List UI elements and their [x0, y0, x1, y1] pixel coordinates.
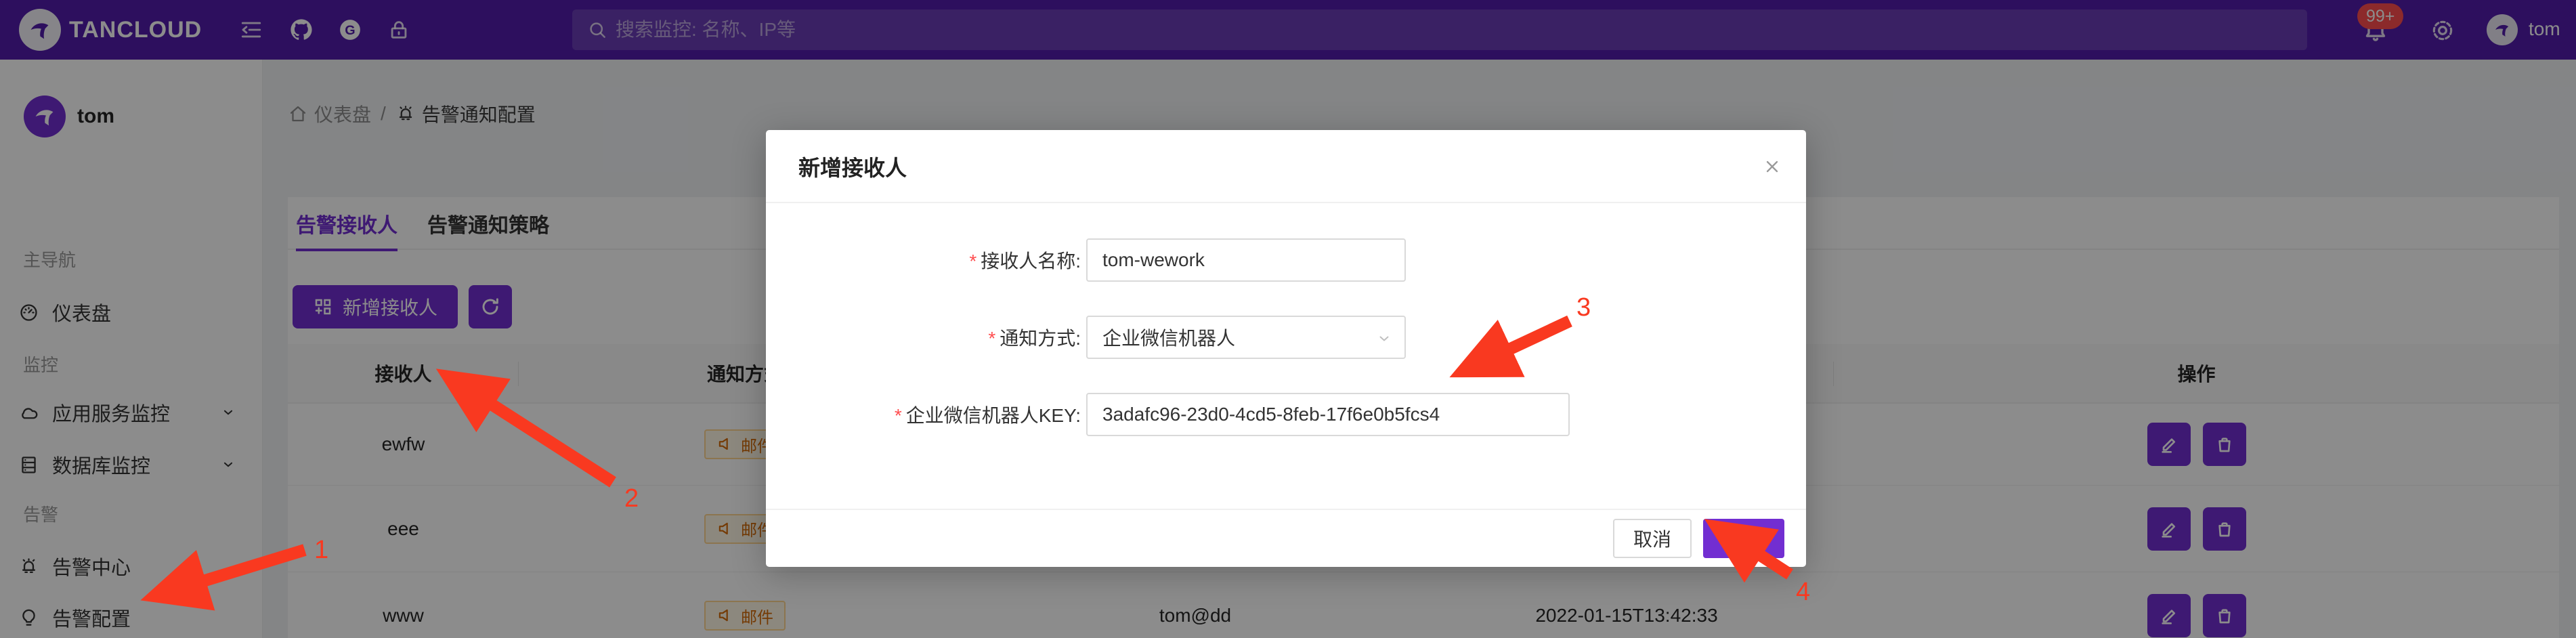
- select-value: 企业微信机器人: [1102, 324, 1235, 351]
- chevron-down-icon: [1376, 331, 1392, 347]
- notify-method-select[interactable]: 企业微信机器人: [1086, 316, 1406, 359]
- field-label: 企业微信机器人KEY:: [906, 405, 1081, 426]
- wework-key-input[interactable]: [1086, 393, 1570, 436]
- receiver-name-input[interactable]: [1086, 238, 1406, 282]
- close-icon[interactable]: [1759, 153, 1786, 180]
- required-mark: *: [988, 328, 995, 349]
- field-label: 通知方式:: [1000, 328, 1081, 349]
- form-row-wework-key: *企业微信机器人KEY:: [766, 393, 1806, 436]
- cancel-button[interactable]: 取消: [1613, 519, 1692, 558]
- required-mark: *: [895, 405, 902, 426]
- form-row-receiver-name: *接收人名称:: [766, 238, 1806, 282]
- add-receiver-modal: 新增接收人 *接收人名称: *通知方式: 企业微信机器人 *企业微信机器人KEY…: [766, 130, 1806, 567]
- field-label: 接收人名称:: [981, 251, 1081, 272]
- required-mark: *: [969, 251, 976, 272]
- confirm-button[interactable]: 确定: [1703, 519, 1784, 558]
- form-row-notify-method: *通知方式: 企业微信机器人: [766, 316, 1806, 359]
- modal-title: 新增接收人: [798, 130, 907, 203]
